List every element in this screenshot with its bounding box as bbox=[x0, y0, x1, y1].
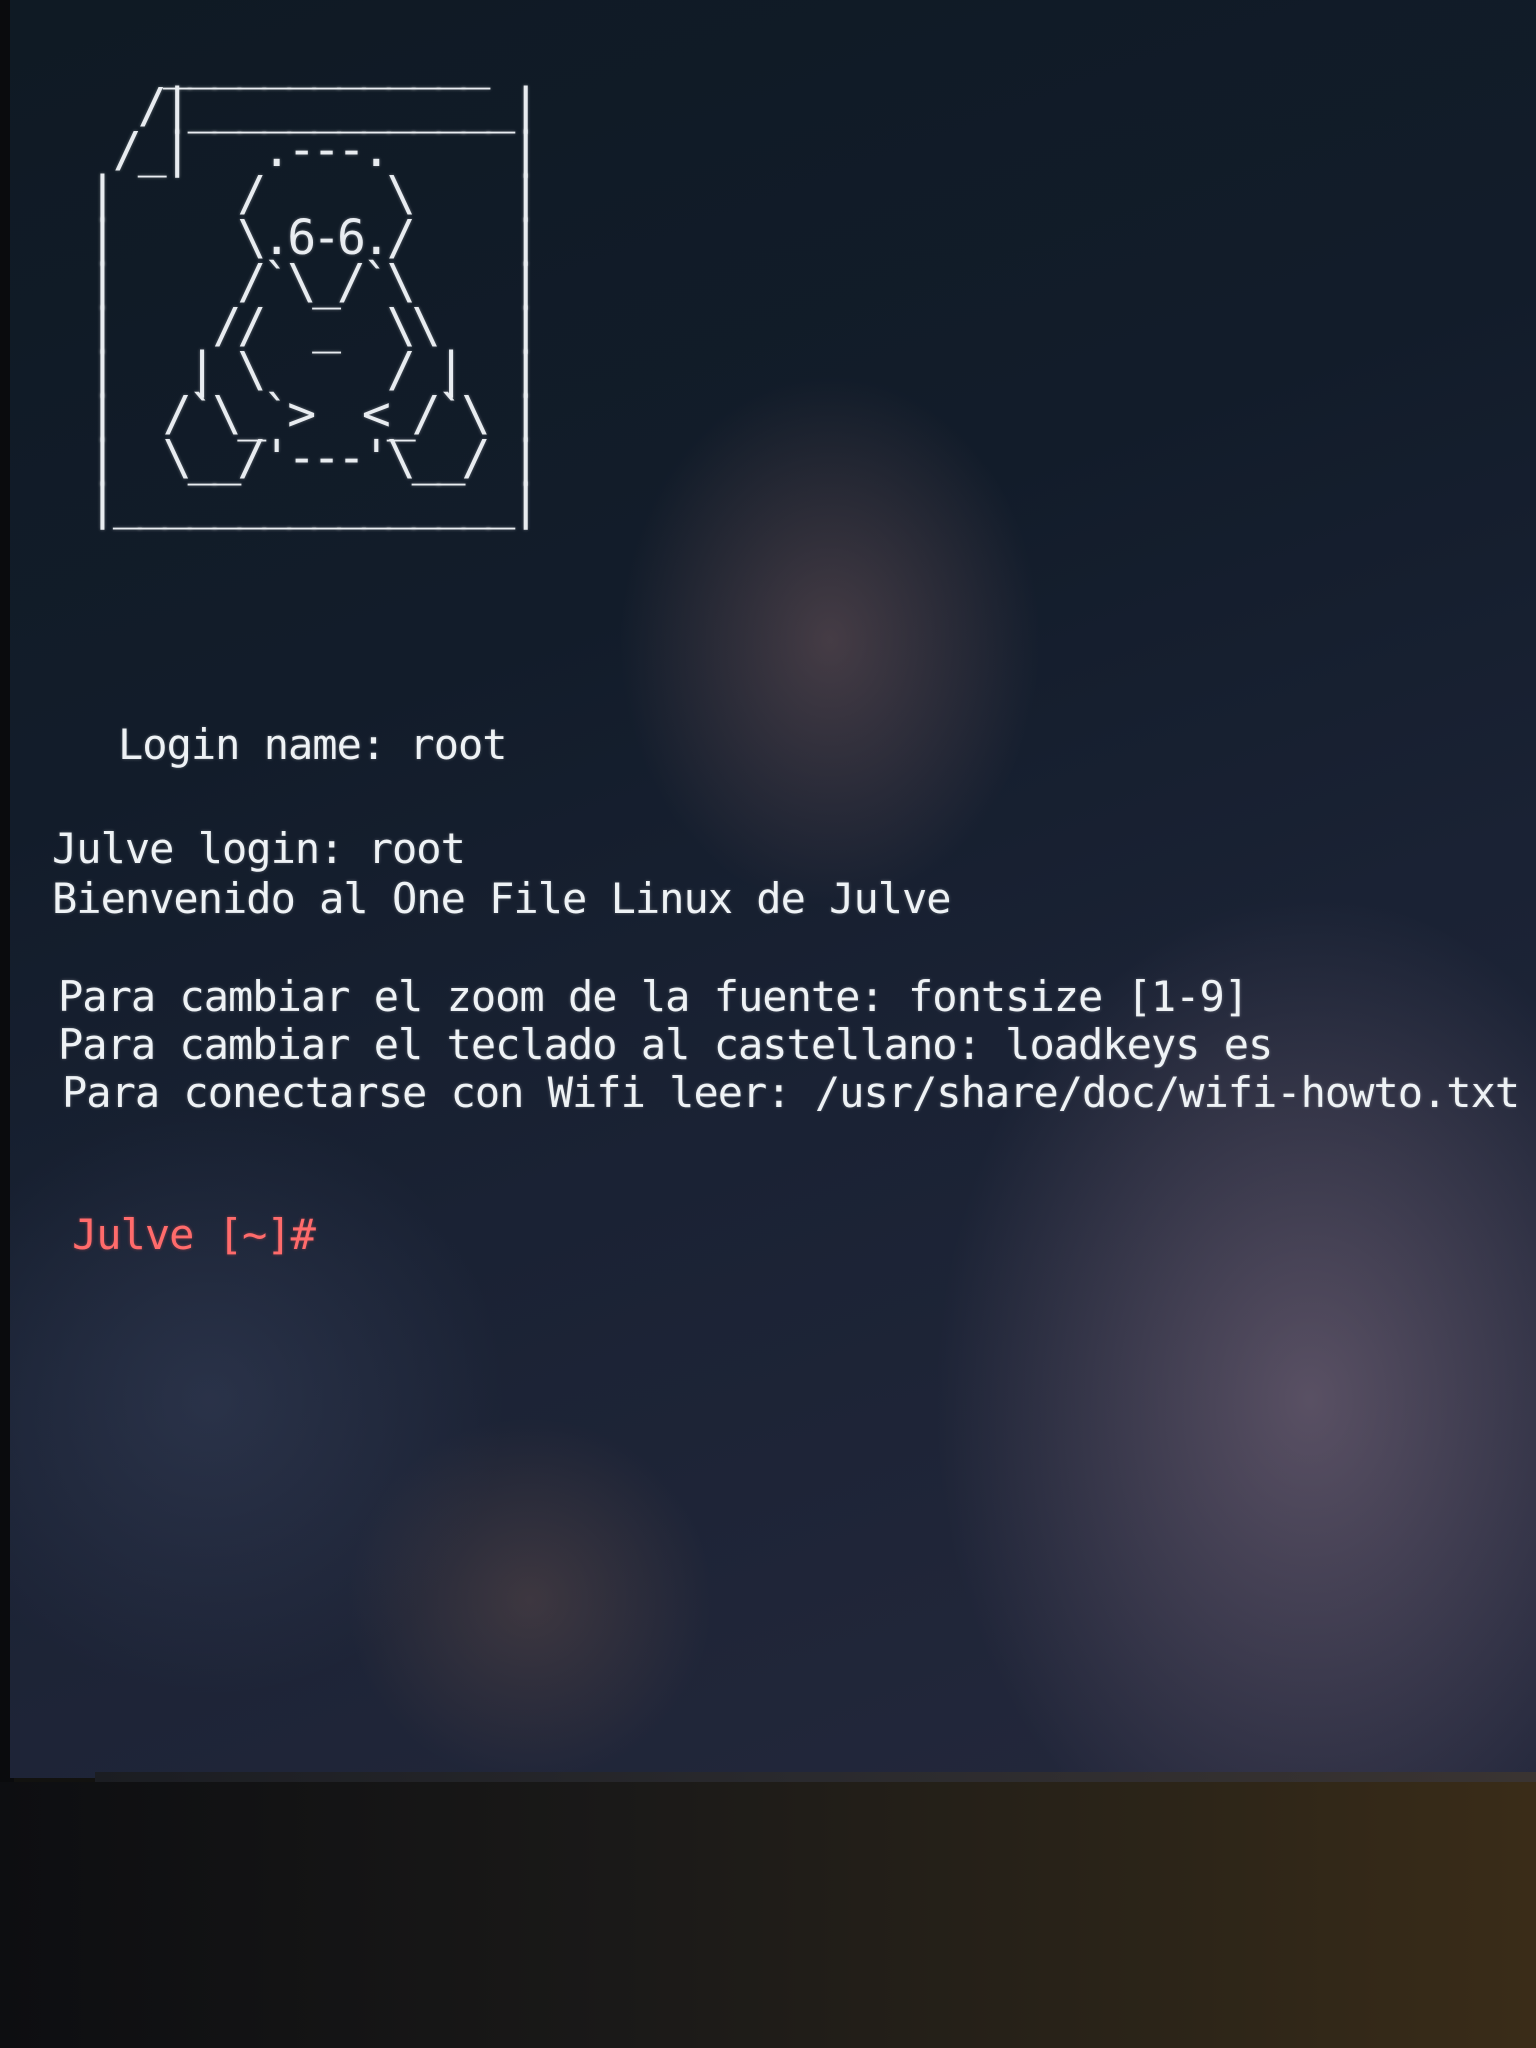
screen-bottom-edge bbox=[95, 1772, 1536, 1782]
login-name-line: Login name: root bbox=[118, 720, 508, 769]
help-line-wifi: Para conectarse con Wifi leer: /usr/shar… bbox=[62, 1068, 1520, 1117]
shell-prompt[interactable]: Julve [~]# bbox=[72, 1210, 316, 1259]
login-line: Julve login: root bbox=[52, 824, 466, 873]
help-line-fontsize: Para cambiar el zoom de la fuente: fonts… bbox=[58, 972, 1249, 1021]
ascii-art-logo: _____________ /|_____________| /_| .---.… bbox=[88, 34, 540, 530]
help-line-loadkeys: Para cambiar el teclado al castellano: l… bbox=[58, 1020, 1273, 1069]
welcome-line: Bienvenido al One File Linux de Julve bbox=[52, 874, 952, 923]
terminal-screen[interactable]: _____________ /|_____________| /_| .---.… bbox=[10, 0, 1536, 1778]
monitor-bezel-bottom bbox=[0, 1782, 1536, 2048]
